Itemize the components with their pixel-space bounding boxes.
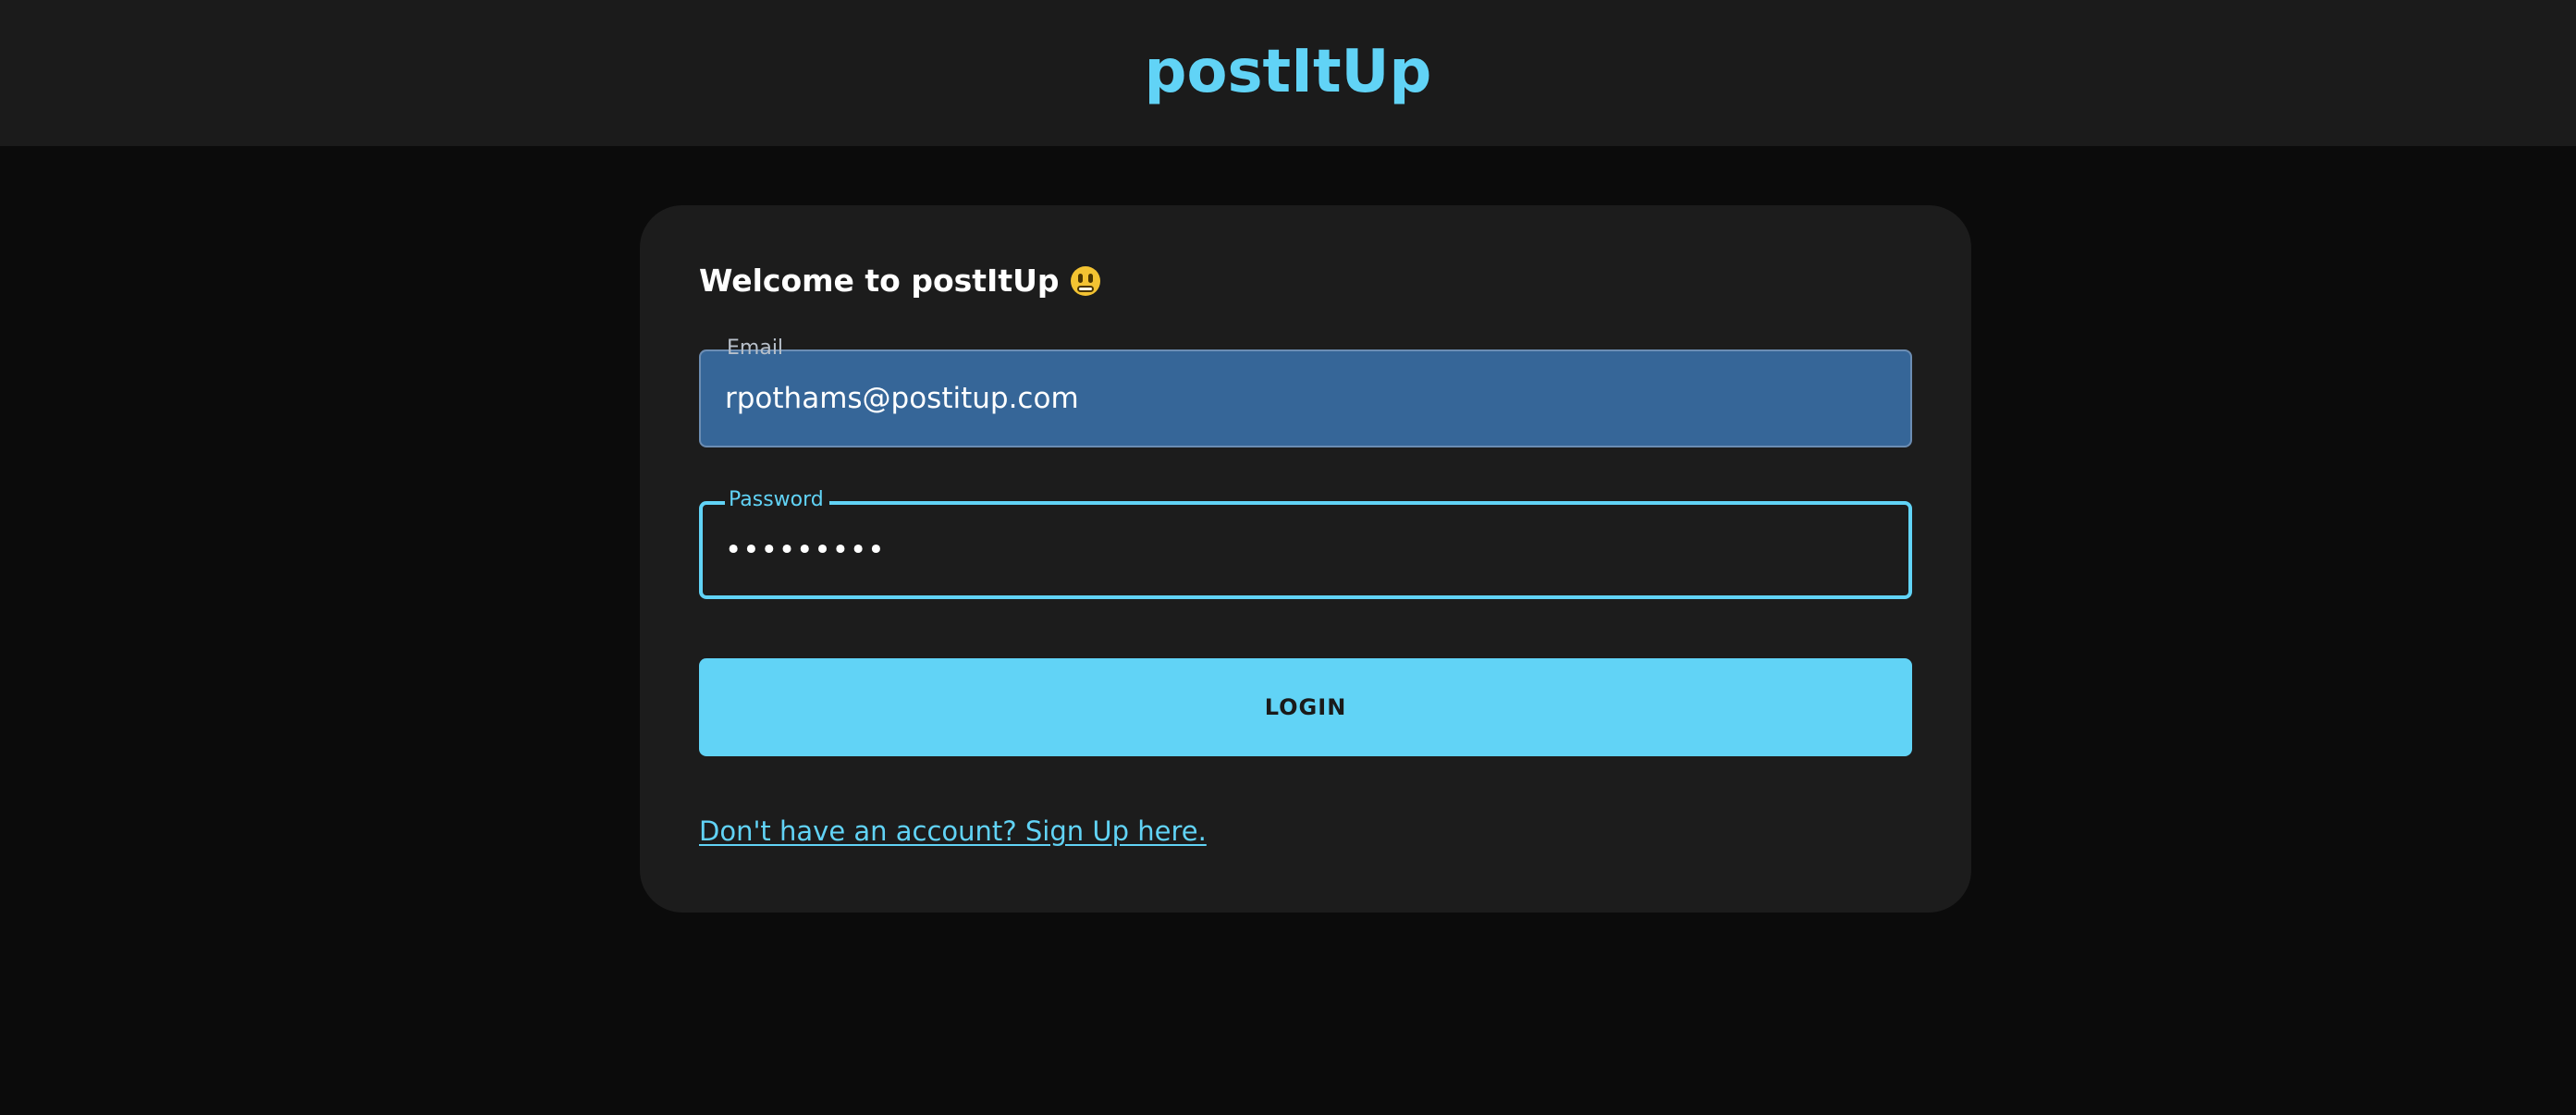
password-field[interactable]: Password ••••••••• — [699, 490, 1912, 599]
emoji-right-eye — [1087, 274, 1093, 284]
email-field[interactable]: Email rpothams@postitup.com — [699, 338, 1912, 447]
welcome-heading: Welcome to postItUp — [699, 263, 1100, 300]
signup-link[interactable]: Don't have an account? Sign Up here. — [699, 815, 1207, 848]
grimacing-face-icon — [1070, 266, 1100, 297]
email-input[interactable]: rpothams@postitup.com — [725, 351, 1886, 446]
welcome-text: Welcome to postItUp — [699, 263, 1060, 299]
emoji-left-eye — [1077, 274, 1083, 284]
login-card: Welcome to postItUp Email rpothams@posti… — [640, 205, 1971, 913]
top-navigation-bar: postItUp — [0, 0, 2576, 146]
login-page: postItUp Welcome to postItUp Email rpoth… — [0, 0, 2576, 1115]
password-input[interactable]: ••••••••• — [725, 505, 1884, 595]
emoji-teeth — [1076, 286, 1094, 293]
brand-logo-text[interactable]: postItUp — [1145, 43, 1432, 102]
login-button[interactable]: LOGIN — [699, 658, 1912, 756]
